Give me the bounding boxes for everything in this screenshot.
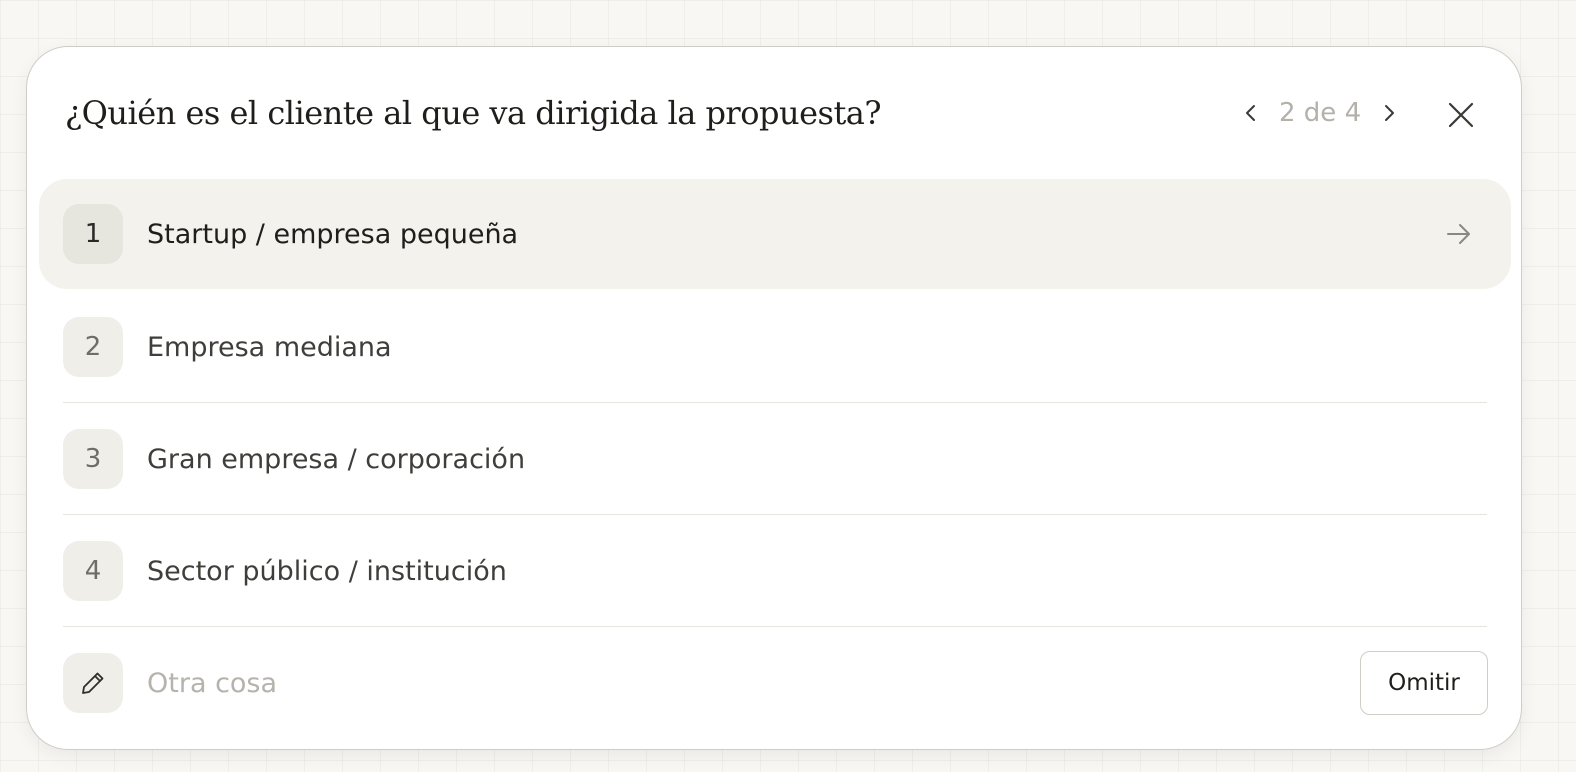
question-title: ¿Quién es el cliente al que va dirigida … bbox=[65, 94, 882, 132]
option-large-company[interactable]: 3 Gran empresa / corporación bbox=[39, 403, 1511, 515]
close-button[interactable] bbox=[1441, 95, 1481, 135]
option-startup[interactable]: 1 Startup / empresa pequeña bbox=[39, 179, 1511, 289]
option-label: Startup / empresa pequeña bbox=[147, 218, 519, 250]
chevron-right-icon bbox=[1385, 105, 1395, 121]
next-question-button[interactable] bbox=[1373, 97, 1405, 129]
options-list: 1 Startup / empresa pequeña 2 Empresa me… bbox=[39, 179, 1511, 627]
option-public-sector[interactable]: 4 Sector público / institución bbox=[39, 515, 1511, 627]
option-number: 3 bbox=[63, 429, 123, 489]
option-number: 1 bbox=[63, 204, 123, 264]
option-medium-company[interactable]: 2 Empresa mediana bbox=[39, 291, 1511, 403]
other-answer-input[interactable] bbox=[143, 657, 1051, 709]
option-number: 2 bbox=[63, 317, 123, 377]
option-label: Gran empresa / corporación bbox=[147, 443, 526, 475]
arrow-right-icon bbox=[1443, 218, 1475, 250]
option-label: Sector público / institución bbox=[147, 555, 507, 587]
other-answer-row: Omitir bbox=[39, 627, 1511, 739]
option-number: 4 bbox=[63, 541, 123, 601]
question-pager: 2 de 4 bbox=[1235, 93, 1405, 133]
option-label: Empresa mediana bbox=[147, 331, 392, 363]
pager-count: 2 de 4 bbox=[1279, 98, 1362, 128]
close-icon bbox=[1448, 102, 1474, 128]
question-dialog: ¿Quién es el cliente al que va dirigida … bbox=[26, 46, 1522, 750]
skip-button[interactable]: Omitir bbox=[1360, 651, 1488, 715]
pencil-icon bbox=[63, 653, 123, 713]
chevron-left-icon bbox=[1246, 105, 1255, 121]
prev-question-button[interactable] bbox=[1235, 97, 1267, 129]
